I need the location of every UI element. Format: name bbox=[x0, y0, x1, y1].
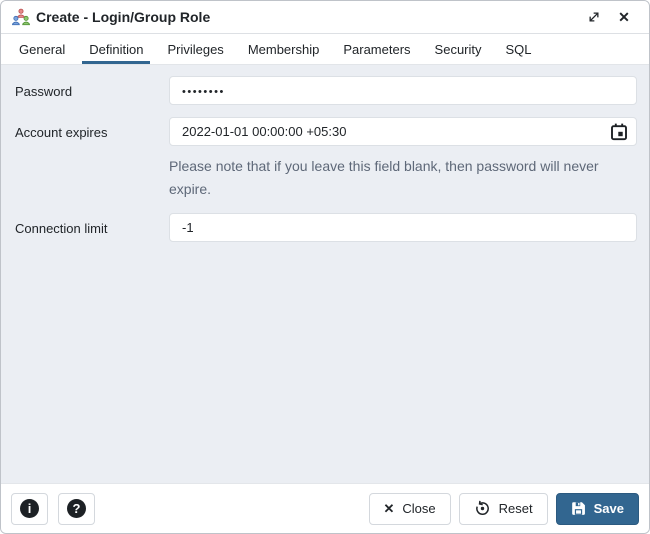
tab-membership[interactable]: Membership bbox=[241, 34, 327, 64]
save-floppy-icon bbox=[571, 502, 585, 515]
account-expires-note: Please note that if you leave this field… bbox=[169, 158, 599, 197]
close-icon: ✕ bbox=[618, 9, 630, 25]
account-expires-input[interactable] bbox=[169, 117, 637, 146]
connection-limit-input[interactable] bbox=[169, 213, 637, 242]
create-login-group-role-dialog: Create - Login/Group Role ✕ General Defi… bbox=[0, 0, 650, 534]
reset-icon bbox=[475, 500, 489, 515]
login-group-role-icon bbox=[12, 8, 30, 26]
tab-general[interactable]: General bbox=[12, 34, 72, 64]
save-button[interactable]: Save bbox=[555, 492, 639, 525]
sql-help-button[interactable]: i bbox=[11, 492, 48, 525]
tab-definition[interactable]: Definition bbox=[82, 34, 151, 64]
question-icon: ? bbox=[67, 499, 86, 518]
tab-sql[interactable]: SQL bbox=[499, 34, 539, 64]
dialog-title: Create - Login/Group Role bbox=[36, 9, 211, 25]
dialog-titlebar: Create - Login/Group Role ✕ bbox=[1, 1, 649, 34]
password-input[interactable] bbox=[169, 76, 637, 105]
window-close-button[interactable]: ✕ bbox=[613, 6, 635, 28]
connection-limit-row: Connection limit bbox=[15, 213, 637, 242]
reset-button[interactable]: Reset bbox=[458, 492, 548, 525]
account-expires-row: Account expires bbox=[15, 117, 637, 146]
password-label: Password bbox=[15, 84, 73, 99]
maximize-icon[interactable] bbox=[583, 6, 605, 28]
calendar-icon bbox=[611, 123, 627, 140]
close-x-icon: ✕ bbox=[383, 501, 395, 516]
close-button-label: Close bbox=[402, 501, 436, 516]
password-field-wrap bbox=[169, 76, 637, 105]
account-expires-label: Account expires bbox=[15, 125, 108, 140]
account-expires-field-wrap bbox=[169, 117, 637, 146]
connection-limit-field-wrap bbox=[169, 213, 637, 242]
tab-privileges[interactable]: Privileges bbox=[160, 34, 230, 64]
save-button-label: Save bbox=[593, 501, 624, 516]
diagonal-expand-icon bbox=[589, 12, 599, 22]
connection-limit-label: Connection limit bbox=[15, 221, 108, 236]
dialog-tabbar: General Definition Privileges Membership… bbox=[1, 34, 649, 65]
tab-security[interactable]: Security bbox=[428, 34, 489, 64]
dialog-help-button[interactable]: ? bbox=[58, 492, 95, 525]
tab-parameters[interactable]: Parameters bbox=[336, 34, 417, 64]
info-icon: i bbox=[20, 499, 39, 518]
close-button[interactable]: ✕ Close bbox=[368, 492, 451, 525]
calendar-picker-button[interactable] bbox=[607, 120, 631, 143]
dialog-footer: i ? ✕ Close Reset Save bbox=[1, 483, 649, 533]
password-row: Password bbox=[15, 76, 637, 105]
reset-button-label: Reset bbox=[498, 501, 533, 516]
definition-tab-panel: Password Account expires Please not bbox=[1, 65, 649, 483]
